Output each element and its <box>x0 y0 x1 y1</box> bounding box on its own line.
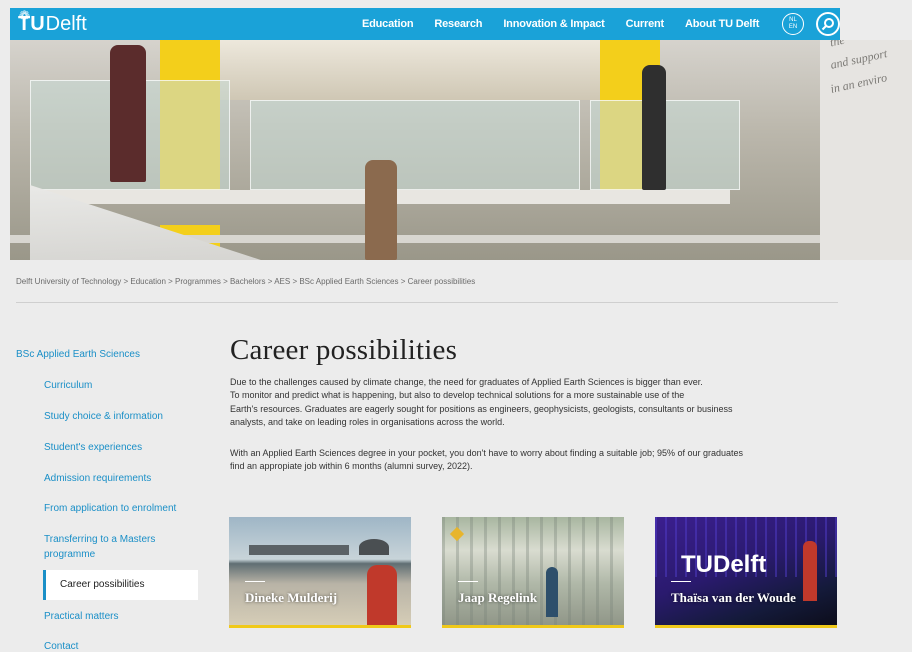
sidebar-item-practical[interactable]: Practical matters <box>44 609 118 624</box>
lang-nl: NL <box>789 17 797 23</box>
card-name: Dineke Mulderij <box>245 590 338 605</box>
card-accent-line <box>245 581 265 582</box>
sidebar-item-application[interactable]: From application to enrolment <box>44 501 176 516</box>
page: ❁ TU Delft Education Research Innovation … <box>0 0 912 652</box>
sidebar-title[interactable]: BSc Applied Earth Sciences <box>16 349 140 360</box>
paragraph-line: find an appropiate job within 6 months (… <box>230 461 473 472</box>
card-bottom-bar <box>229 625 411 628</box>
sidebar-item-experiences[interactable]: Student's experiences <box>44 440 142 455</box>
divider <box>16 302 838 303</box>
hero-image: the and support in an enviro <box>10 40 912 260</box>
tudelft-logo[interactable]: ❁ TU Delft <box>18 8 87 36</box>
nav-research[interactable]: Research <box>434 18 482 30</box>
top-navigation-bar: ❁ TU Delft Education Research Innovation … <box>10 8 840 40</box>
flame-icon: ❁ <box>19 8 30 23</box>
nav-current[interactable]: Current <box>626 18 665 30</box>
card-photo <box>442 517 624 628</box>
nav-about[interactable]: About TU Delft <box>685 18 759 30</box>
sidebar-item-transferring[interactable]: Transferring to a Masters programme <box>44 532 155 562</box>
sidebar-item-contact[interactable]: Contact <box>44 639 78 652</box>
wall-text-line: in an enviro <box>829 70 889 96</box>
sidebar-item-curriculum[interactable]: Curriculum <box>44 378 92 393</box>
paragraph-line: To monitor and predict what is happening… <box>230 390 685 401</box>
language-switch-button[interactable]: NL EN <box>782 13 804 35</box>
paragraph-line: Earth's resources. Graduates are eagerly… <box>230 403 733 414</box>
card-photo: TUDelft <box>655 517 837 628</box>
card-thaisa-van-der-woude[interactable]: TUDelft Thaïsa van der Woude <box>655 517 837 628</box>
card-photo <box>229 517 411 628</box>
card-name: Jaap Regelink <box>458 590 538 605</box>
paragraph-line: Due to the challenges caused by climate … <box>230 377 703 387</box>
sidebar-item-admission[interactable]: Admission requirements <box>44 471 151 486</box>
jobs-paragraph: With an Applied Earth Sciences degree in… <box>230 447 840 474</box>
main-nav: Education Research Innovation & Impact C… <box>362 8 759 40</box>
lang-en: EN <box>788 24 798 30</box>
sidebar-item-label: programme <box>44 549 96 560</box>
wall-text-line: and support <box>829 46 889 72</box>
page-title: Career possibilities <box>230 334 458 366</box>
logo-delft-text: Delft <box>45 13 87 35</box>
search-button[interactable] <box>816 12 840 36</box>
card-dineke-mulderij[interactable]: Dineke Mulderij <box>229 517 411 628</box>
card-accent-line <box>671 581 691 582</box>
wall-text-line: the <box>828 40 846 50</box>
sidebar-item-label: Transferring to a Masters <box>44 534 156 545</box>
nav-innovation-impact[interactable]: Innovation & Impact <box>503 18 605 30</box>
card-jaap-regelink[interactable]: Jaap Regelink <box>442 517 624 628</box>
hero-wall-text: the and support in an enviro <box>820 40 912 260</box>
intro-paragraph: Due to the challenges caused by climate … <box>230 376 840 429</box>
paragraph-line: analysts, and take on leading roles in o… <box>230 416 505 427</box>
paragraph-line: With an Applied Earth Sciences degree in… <box>230 448 744 458</box>
sidebar-item-label: Career possibilities <box>60 579 145 590</box>
card-bottom-bar <box>442 625 624 628</box>
search-icon <box>821 18 834 31</box>
nav-education[interactable]: Education <box>362 18 414 30</box>
card-name: Thaïsa van der Woude <box>671 590 796 605</box>
card-accent-line <box>458 581 478 582</box>
card-bottom-bar <box>655 625 837 628</box>
sidebar-item-study-choice[interactable]: Study choice & information <box>44 409 163 424</box>
breadcrumb[interactable]: Delft University of Technology > Educati… <box>16 277 475 286</box>
sidebar-item-career-active[interactable]: Career possibilities <box>43 570 198 600</box>
tudelft-stage-logo: TUDelft <box>681 551 767 578</box>
